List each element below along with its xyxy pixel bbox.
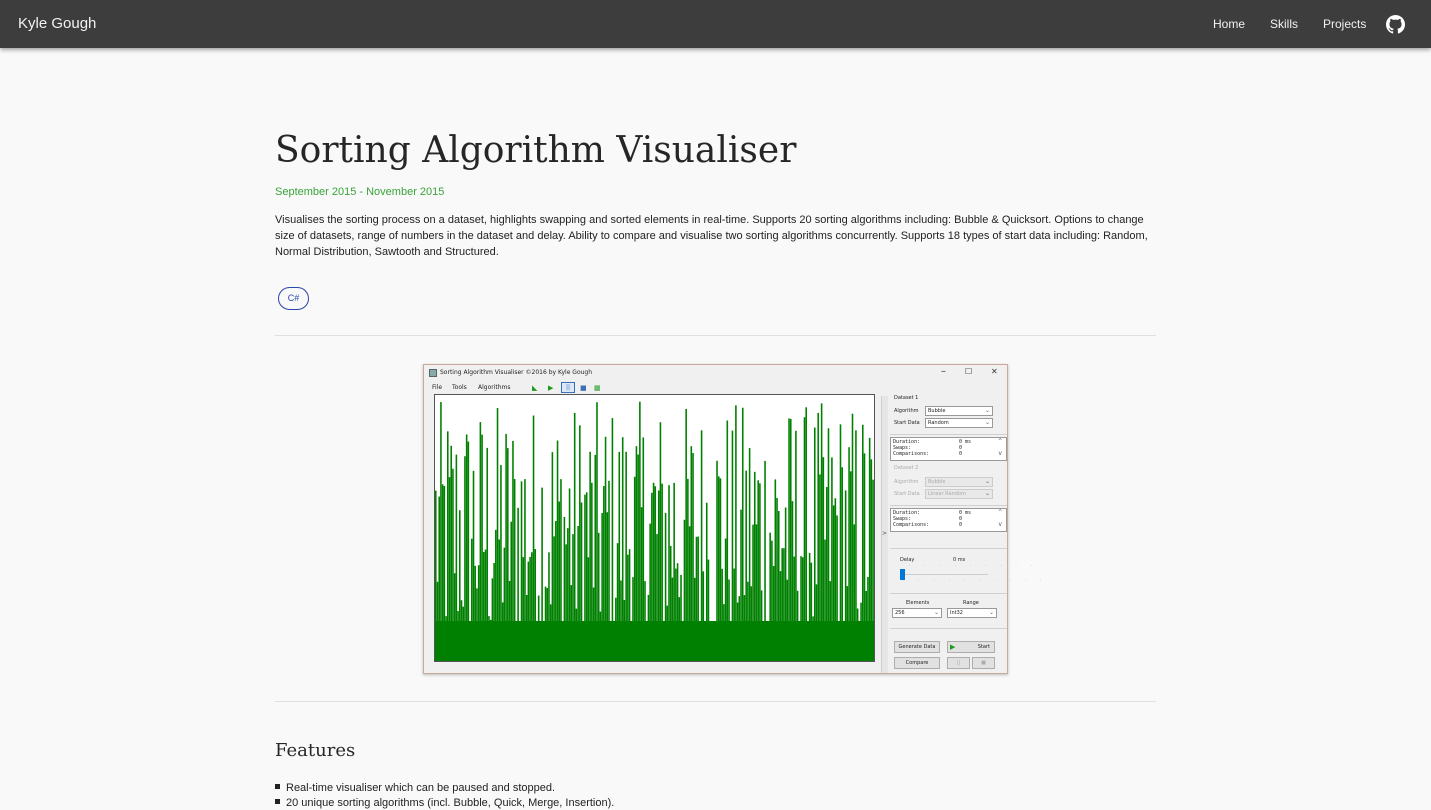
elements-select: 256 ⌄	[892, 608, 942, 618]
github-icon[interactable]	[1386, 15, 1405, 34]
dataset2-start-data-select: Linear Random ⌄	[925, 489, 993, 499]
nav-projects[interactable]: Projects	[1323, 17, 1366, 31]
project-dates: September 2015 - November 2015	[275, 186, 445, 198]
maximize-icon: ☐	[965, 367, 973, 376]
features-heading: Features	[275, 740, 356, 761]
app-icon	[429, 369, 437, 377]
compare-button: Compare	[894, 657, 940, 669]
dataset2-start-data-label: Start Data	[894, 491, 920, 497]
calendar-icon: ▦	[594, 384, 601, 392]
nav-home[interactable]: Home	[1213, 17, 1245, 31]
brand-link[interactable]: Kyle Gough	[18, 15, 96, 32]
project-description: Visualises the sorting process on a data…	[275, 214, 1148, 258]
step-icon: ◣	[532, 384, 538, 392]
settings-panel: Dataset 1 Algorithm Bubble ⌄ Start Data R…	[889, 394, 1041, 673]
pause-button: ||	[947, 657, 970, 669]
dataset1-start-data-label: Start Data	[894, 420, 920, 426]
delay-slider-track	[900, 574, 988, 575]
play-icon: ▶	[950, 643, 956, 651]
separator	[890, 593, 1007, 594]
generate-data-button: Generate Data	[894, 641, 940, 653]
slider-ticks: · · · · · · · · · ·	[903, 578, 1048, 584]
menu-file: File	[432, 384, 443, 391]
sort-visualisation	[434, 394, 875, 662]
play-icon: ▶	[548, 384, 554, 392]
menu-tools: Tools	[452, 384, 467, 391]
dataset1-algorithm-select: Bubble ⌄	[925, 406, 993, 416]
minimize-icon: –	[941, 366, 946, 377]
app-screenshot: Sorting Algorithm Visualiser ©2016 by Ky…	[423, 364, 1041, 674]
dataset1-stats: Duration: 0 ms ^ Swaps: 0 Comparisons: 0 v	[890, 437, 1007, 461]
app-window-title: Sorting Algorithm Visualiser ©2016 by Ky…	[440, 369, 593, 376]
separator	[890, 628, 1007, 629]
divider	[275, 335, 1156, 336]
separator	[890, 505, 1007, 506]
dataset2-heading: Dataset 2	[894, 465, 919, 471]
stop-button: ■	[972, 657, 995, 669]
start-button: ▶ Start	[947, 641, 995, 653]
splitter-arrow-icon: >	[882, 530, 888, 537]
top-navbar: Kyle Gough Home Skills Projects	[0, 0, 1431, 48]
dataset1-heading: Dataset 1	[894, 395, 919, 401]
nav-skills[interactable]: Skills	[1270, 17, 1298, 31]
menu-algorithms: Algorithms	[478, 384, 511, 391]
range-label: Range	[963, 600, 979, 606]
close-icon: ✕	[991, 367, 998, 376]
bars-canvas	[435, 401, 874, 661]
divider	[275, 701, 1156, 702]
separator	[890, 548, 1007, 549]
range-select: Int32 ⌄	[947, 608, 997, 618]
dataset2-algorithm-label: Algorithm	[894, 479, 919, 485]
dataset1-start-data-select: Random ⌄	[925, 418, 993, 428]
slider-ticks: · · · · · · · · ·	[909, 563, 1039, 569]
stop-icon: ■	[580, 384, 587, 392]
data-bar-base	[435, 621, 874, 661]
tech-tag[interactable]: C#	[278, 287, 309, 310]
dataset2-stats: Duration: 0 ms ^ Swaps: 0 Comparisons: 0 v	[890, 508, 1007, 532]
dataset1-algorithm-label: Algorithm	[894, 408, 919, 414]
feature-item: Real-time visualiser which can be paused…	[275, 782, 555, 794]
page-title: Sorting Algorithm Visualiser	[275, 130, 797, 171]
elements-label: Elements	[906, 600, 930, 606]
dataset2-algorithm-select: Bubble ⌄	[925, 477, 993, 487]
separator	[890, 434, 1007, 435]
feature-item: 20 unique sorting algorithms (incl. Bubb…	[275, 797, 614, 809]
pause-icon: ||	[561, 382, 575, 393]
